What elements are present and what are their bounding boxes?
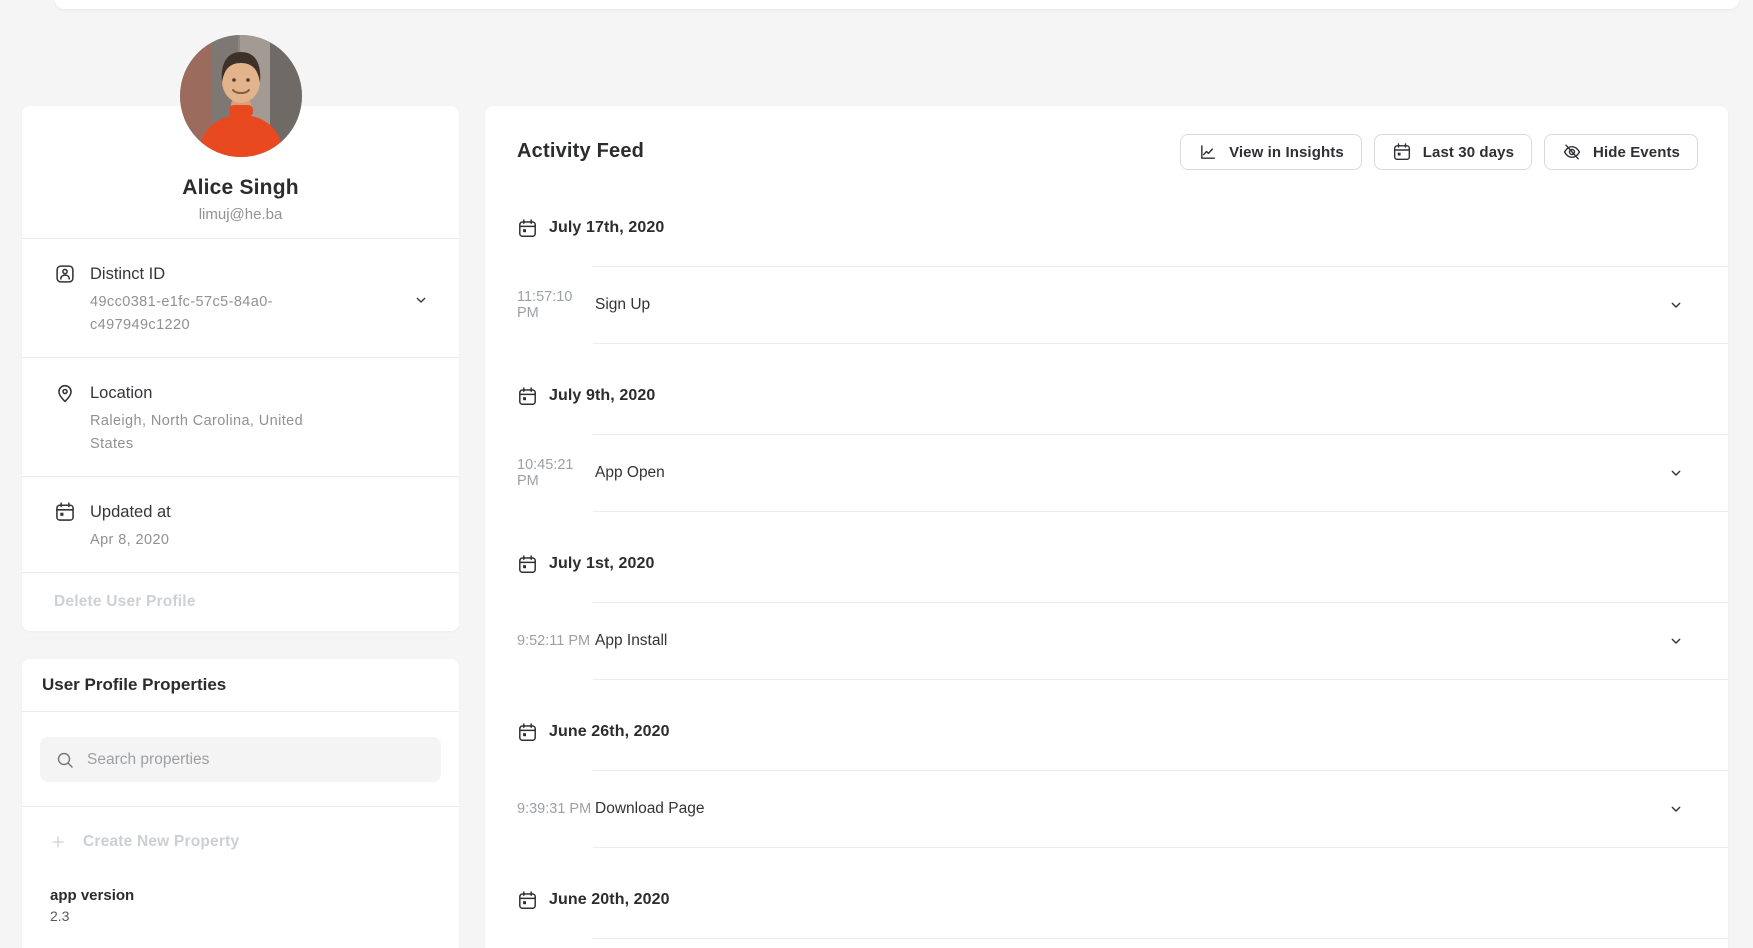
event-row[interactable]: 11:57:10 PM Sign Up — [485, 267, 1728, 343]
button-label: Last 30 days — [1423, 144, 1514, 161]
user-profile-card: Alice Singh limuj@he.ba Distinct ID 49cc… — [22, 106, 459, 631]
date-group: June 26th, 2020 9:39:31 PM Download Page — [485, 720, 1728, 848]
event-name: App Install — [595, 632, 1668, 650]
view-in-insights-button[interactable]: View in Insights — [1180, 134, 1362, 170]
profile-field-value: Raleigh, North Carolina, United States — [90, 410, 312, 456]
event-row[interactable]: 9:39:31 PM Download Page — [485, 771, 1728, 847]
hide-events-button[interactable]: Hide Events — [1544, 134, 1698, 170]
property-list-item[interactable]: app version 2.3 — [22, 873, 459, 948]
property-value: 2.3 — [50, 908, 431, 924]
date-header: June 26th, 2020 — [517, 720, 1696, 744]
divider — [593, 938, 1728, 939]
date-group: July 17th, 2020 11:57:10 PM Sign Up — [485, 216, 1728, 344]
last-30-days-button[interactable]: Last 30 days — [1374, 134, 1532, 170]
date-group: July 9th, 2020 10:45:21 PM App Open — [485, 384, 1728, 512]
button-label: Hide Events — [1593, 144, 1680, 161]
calendar-icon — [517, 722, 538, 743]
calendar-icon — [517, 554, 538, 575]
date-header: July 17th, 2020 — [517, 216, 1696, 240]
date-header: July 9th, 2020 — [517, 384, 1696, 408]
event-time: 9:39:31 PM — [517, 801, 595, 817]
divider — [593, 679, 1728, 680]
calendar-icon — [517, 386, 538, 407]
search-properties-input[interactable] — [87, 751, 426, 769]
event-time: 9:52:11 PM — [517, 633, 595, 649]
profile-field-distinct-id: Distinct ID 49cc0381-e1fc-57c5-84a0-c497… — [22, 238, 459, 357]
event-row[interactable]: 10:45:21 PM App Open — [485, 435, 1728, 511]
date-header-label: June 26th, 2020 — [549, 723, 670, 741]
user-email: limuj@he.ba — [22, 206, 459, 223]
activity-feed-title: Activity Feed — [517, 134, 644, 163]
date-header-label: June 20th, 2020 — [549, 891, 670, 909]
date-group: June 20th, 2020 — [485, 888, 1728, 939]
profile-field-updated-at: Updated at Apr 8, 2020 — [22, 476, 459, 572]
plus-icon — [50, 834, 66, 850]
profile-field-label: Location — [90, 381, 433, 405]
chevron-down-icon[interactable] — [1668, 801, 1684, 817]
profile-field-label: Distinct ID — [90, 262, 409, 286]
date-header: June 20th, 2020 — [517, 888, 1696, 912]
event-row[interactable]: 9:52:11 PM App Install — [485, 603, 1728, 679]
event-name: Sign Up — [595, 296, 1668, 314]
date-header-label: July 9th, 2020 — [549, 387, 655, 405]
eye-off-icon — [1562, 142, 1582, 162]
search-icon — [55, 750, 75, 770]
activity-feed-card: Activity Feed View in Insights Last 30 d… — [485, 106, 1728, 948]
event-time: 10:45:21 PM — [517, 457, 595, 489]
chevron-down-icon[interactable] — [409, 292, 433, 308]
profile-field-value: Apr 8, 2020 — [90, 529, 312, 552]
create-new-property-button[interactable]: Create New Property — [22, 806, 459, 873]
profile-field-label: Updated at — [90, 500, 433, 524]
search-properties-box[interactable] — [40, 737, 441, 782]
event-name: App Open — [595, 464, 1668, 482]
property-name: app version — [50, 887, 431, 904]
calendar-icon — [517, 218, 538, 239]
chevron-down-icon[interactable] — [1668, 633, 1684, 649]
chevron-down-icon[interactable] — [1668, 465, 1684, 481]
profile-field-value: 49cc0381-e1fc-57c5-84a0-c497949c1220 — [90, 291, 312, 337]
chevron-down-icon[interactable] — [1668, 297, 1684, 313]
location-pin-icon — [54, 382, 76, 404]
avatar — [180, 35, 302, 157]
scrolled-header-remnant — [55, 0, 1739, 9]
calendar-icon — [54, 501, 76, 523]
button-label: View in Insights — [1229, 144, 1344, 161]
feed-actions: View in Insights Last 30 days Hide Event… — [1180, 134, 1698, 170]
calendar-icon — [517, 890, 538, 911]
create-new-property-label: Create New Property — [83, 833, 239, 851]
date-header-label: July 1st, 2020 — [549, 555, 654, 573]
user-profile-properties-card: User Profile Properties Create New Prope… — [22, 659, 459, 948]
properties-title: User Profile Properties — [22, 659, 459, 711]
event-time: 11:57:10 PM — [517, 289, 595, 321]
profile-field-location: Location Raleigh, North Carolina, United… — [22, 357, 459, 476]
avatar-photo-illustration — [180, 35, 302, 157]
date-group: July 1st, 2020 9:52:11 PM App Install — [485, 552, 1728, 680]
date-header-label: July 17th, 2020 — [549, 219, 664, 237]
line-chart-icon — [1198, 142, 1218, 162]
calendar-icon — [1392, 142, 1412, 162]
id-badge-icon — [54, 263, 76, 285]
delete-user-profile-button[interactable]: Delete User Profile — [22, 572, 459, 631]
divider — [593, 847, 1728, 848]
event-name: Download Page — [595, 800, 1668, 818]
divider — [593, 511, 1728, 512]
date-header: July 1st, 2020 — [517, 552, 1696, 576]
divider — [593, 343, 1728, 344]
